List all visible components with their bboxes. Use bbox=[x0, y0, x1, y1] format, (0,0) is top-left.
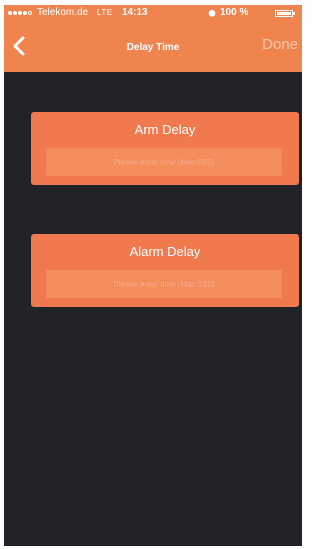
arm-delay-card: Arm Delay bbox=[31, 112, 299, 185]
delay-time-screen: Telekom.de LTE 14:13 100 % Delay Time Do… bbox=[4, 5, 302, 546]
signal-strength-icon bbox=[8, 11, 32, 15]
arm-delay-title: Arm Delay bbox=[134, 122, 196, 137]
alarm-delay-card: Alarm Delay bbox=[31, 234, 299, 307]
carrier-name: Telekom.de bbox=[37, 7, 89, 18]
battery-tip bbox=[293, 12, 295, 15]
status-time: 14:13 bbox=[122, 7, 148, 18]
battery-percentage: 100 % bbox=[220, 7, 249, 18]
alarm-clock-icon bbox=[208, 10, 216, 17]
page-title: Delay Time bbox=[126, 41, 180, 53]
alarm-delay-input[interactable] bbox=[46, 270, 282, 298]
arm-delay-input[interactable] bbox=[46, 148, 282, 176]
navigation-bar: Delay Time Done bbox=[4, 22, 302, 72]
battery-icon bbox=[275, 10, 293, 17]
status-bar: Telekom.de LTE 14:13 100 % bbox=[4, 5, 302, 22]
done-button[interactable]: Done bbox=[262, 36, 298, 53]
network-type: LTE bbox=[97, 8, 113, 17]
alarm-delay-title: Alarm Delay bbox=[129, 244, 201, 259]
